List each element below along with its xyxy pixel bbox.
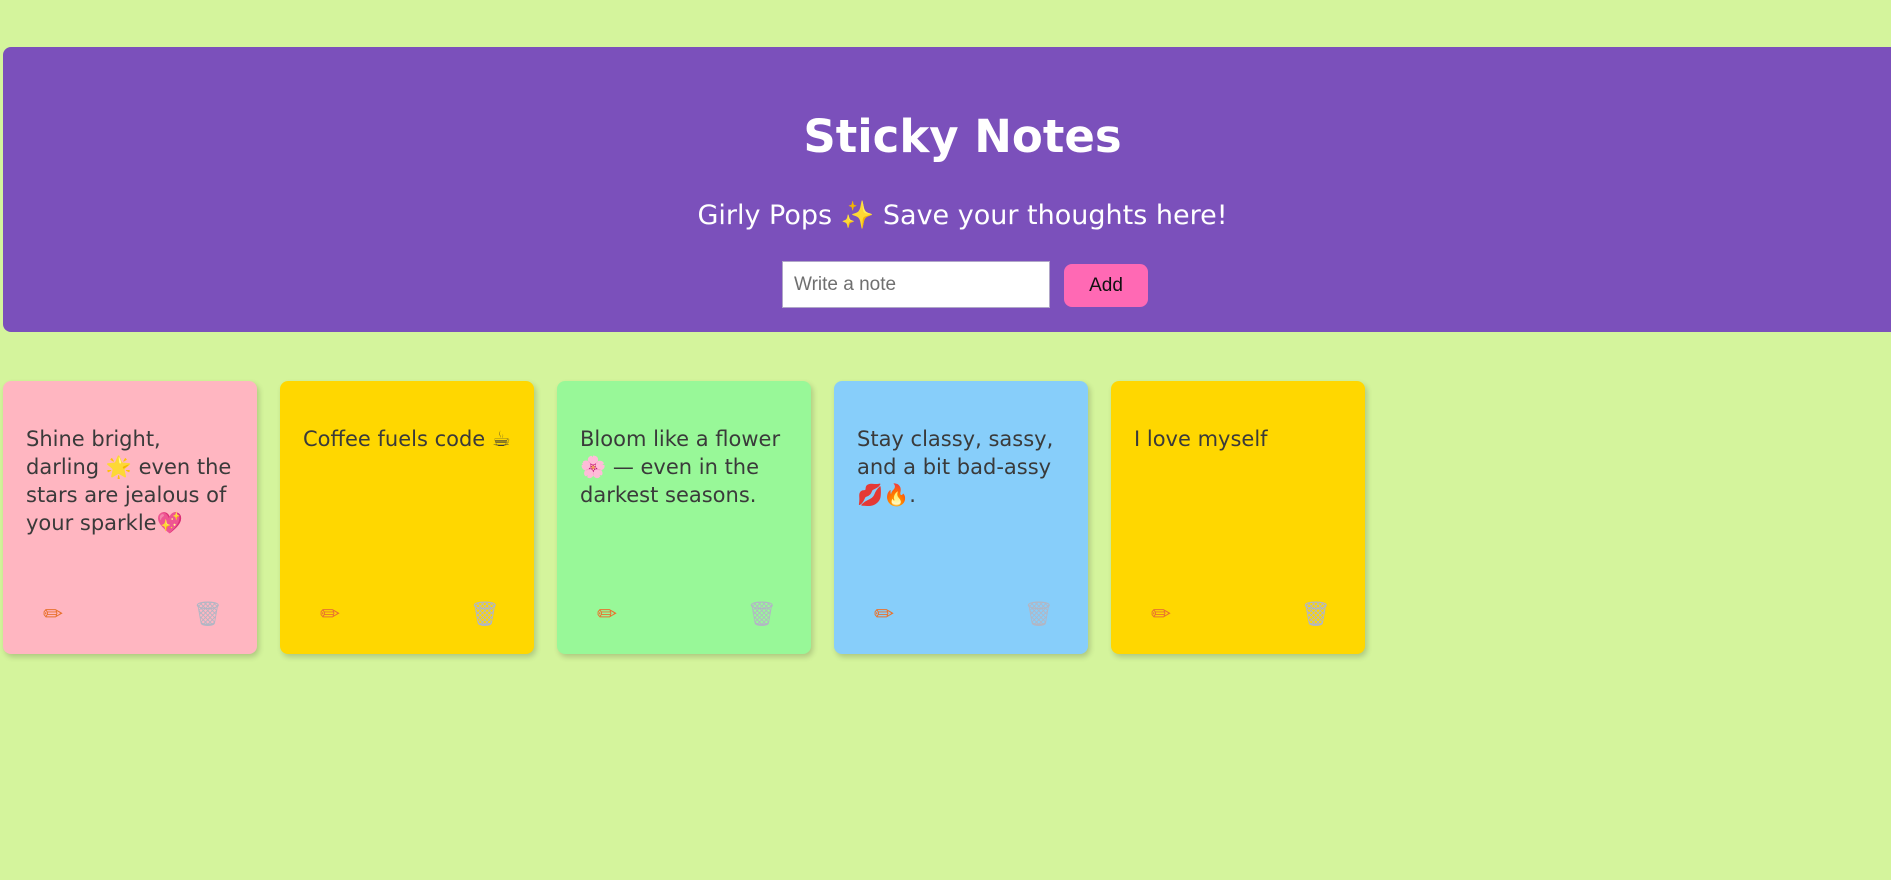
- trash-icon[interactable]: 🗑: [469, 598, 501, 630]
- pencil-icon[interactable]: ✏: [314, 598, 346, 630]
- note-input[interactable]: [782, 261, 1050, 308]
- trash-icon[interactable]: 🗑: [192, 598, 224, 630]
- add-note-button[interactable]: Add: [1064, 264, 1148, 307]
- notes-board: Shine bright, darling 🌟 even the stars a…: [3, 381, 1365, 654]
- note-card: Bloom like a flower 🌸 — even in the dark…: [557, 381, 811, 654]
- note-card: Stay classy, sassy, and a bit bad-assy 💋…: [834, 381, 1088, 654]
- note-text: Shine bright, darling 🌟 even the stars a…: [26, 427, 239, 535]
- pencil-icon[interactable]: ✏: [1145, 598, 1177, 630]
- note-text: Coffee fuels code ☕: [303, 427, 511, 451]
- note-card: Shine bright, darling 🌟 even the stars a…: [3, 381, 257, 654]
- pencil-icon[interactable]: ✏: [37, 598, 69, 630]
- note-text: I love myself: [1134, 427, 1268, 451]
- header-banner: Sticky Notes Girly Pops ✨ Save your thou…: [3, 47, 1891, 332]
- page-subtitle: Girly Pops ✨ Save your thoughts here!: [697, 200, 1228, 231]
- trash-icon[interactable]: 🗑: [1300, 598, 1332, 630]
- trash-icon[interactable]: 🗑: [1023, 598, 1055, 630]
- pencil-icon[interactable]: ✏: [868, 598, 900, 630]
- page-title: Sticky Notes: [803, 110, 1122, 163]
- note-card: Coffee fuels code ☕ ✏ 🗑: [280, 381, 534, 654]
- note-text: Stay classy, sassy, and a bit bad-assy 💋…: [857, 427, 1060, 507]
- pencil-icon[interactable]: ✏: [591, 598, 623, 630]
- note-card: I love myself ✏ 🗑: [1111, 381, 1365, 654]
- note-text: Bloom like a flower 🌸 — even in the dark…: [580, 427, 787, 507]
- trash-icon[interactable]: 🗑: [746, 598, 778, 630]
